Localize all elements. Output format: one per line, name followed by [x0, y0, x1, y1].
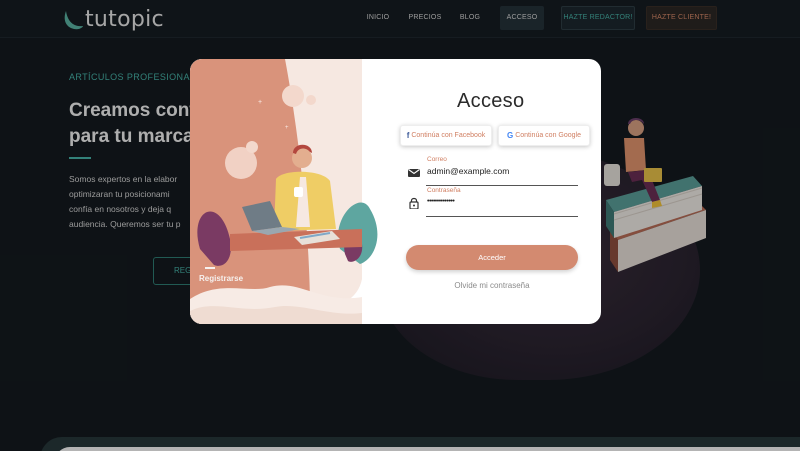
- google-login-button[interactable]: G Continúa con Google: [498, 125, 590, 146]
- facebook-icon: f: [406, 131, 410, 140]
- email-label: Correo: [427, 156, 447, 163]
- forgot-password-link[interactable]: Olvide mi contraseña: [406, 281, 578, 290]
- google-icon: G: [506, 131, 514, 140]
- facebook-login-button[interactable]: f Continúa con Facebook: [400, 125, 492, 146]
- register-link[interactable]: Registrarse: [199, 274, 243, 283]
- login-submit-button[interactable]: Acceder: [406, 245, 578, 270]
- svg-text:+: +: [285, 125, 289, 131]
- facebook-login-label: Continúa con Facebook: [411, 132, 486, 139]
- lock-icon: [409, 197, 419, 209]
- mail-icon: [408, 169, 420, 177]
- password-label: Contraseña: [427, 187, 461, 194]
- password-field[interactable]: ••••••••••••••: [427, 198, 455, 205]
- svg-text:+: +: [258, 99, 262, 106]
- email-field-underline: [426, 185, 578, 186]
- email-field[interactable]: admin@example.com: [427, 166, 509, 176]
- register-indicator: [205, 267, 215, 269]
- login-modal: + + Registrarse Acceso f Continúa con Fa…: [190, 59, 601, 324]
- login-title: Acceso: [457, 90, 525, 112]
- google-login-label: Continúa con Google: [515, 132, 581, 139]
- modal-illustration: + +: [190, 59, 380, 324]
- password-field-underline: [426, 216, 578, 217]
